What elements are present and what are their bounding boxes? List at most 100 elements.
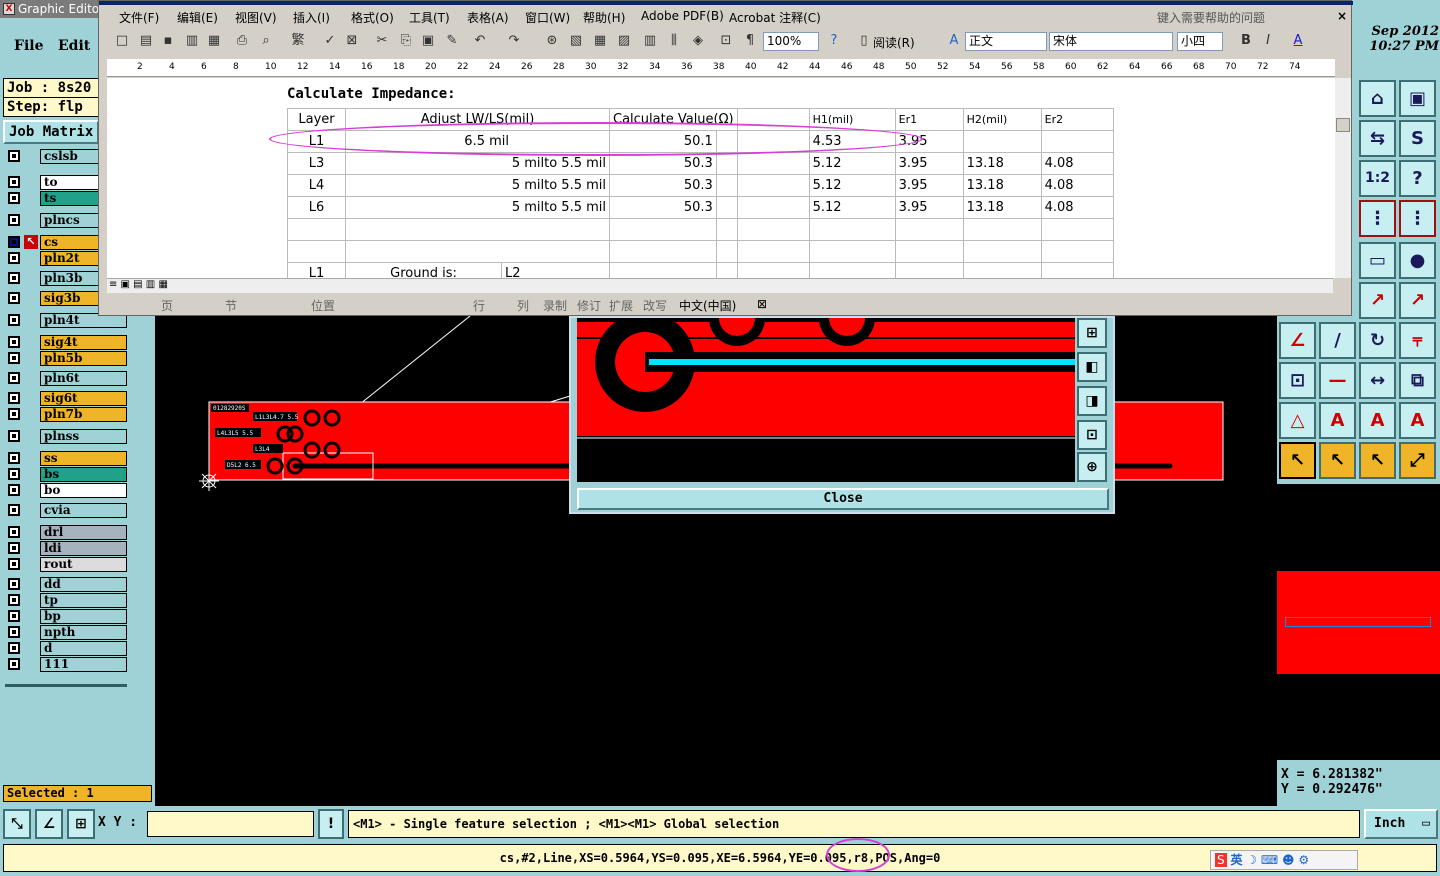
layer-checkbox[interactable] (8, 192, 20, 204)
ime-toolbar[interactable]: S 英 ☽ ⌨ ☻ ⚙ (1210, 850, 1358, 870)
paste-icon[interactable]: ▣ (419, 32, 437, 50)
layer-row-bo[interactable]: bo (4, 482, 128, 498)
layer-row-cvia[interactable]: cvia (4, 502, 128, 518)
layer-checkbox[interactable] (8, 292, 20, 304)
window-icon[interactable]: ▣ (1399, 80, 1436, 117)
view-buttons-icon[interactable]: ≡ ▣ ▤ ▥ ▦ (109, 279, 168, 290)
research-icon[interactable]: ⊠ (343, 32, 361, 50)
word-menu-window[interactable]: 窗口(W) (525, 9, 570, 26)
hyperlink-icon[interactable]: ⊛ (543, 32, 561, 50)
select-arrow3-icon[interactable]: ↖ (1359, 442, 1396, 479)
zoom-home-button[interactable]: ⊡ (1077, 420, 1107, 450)
node-icon[interactable]: ⊡ (1279, 362, 1316, 399)
letter-a2-icon[interactable]: A (1359, 402, 1396, 439)
job-matrix-button[interactable]: Job Matrix (3, 120, 99, 144)
layer-row-ss[interactable]: ss (4, 450, 128, 466)
font-color-icon[interactable]: A (1289, 32, 1307, 50)
document-map-icon[interactable]: ◈ (689, 32, 707, 50)
layer-row-111[interactable]: 111 (4, 656, 128, 672)
layer-row-bs[interactable]: bs (4, 466, 128, 482)
zoom-fit-button[interactable]: ◨ (1077, 386, 1107, 416)
layer-row-pln6t[interactable]: pln6t (4, 370, 128, 386)
snap-icon[interactable]: ⤡ (3, 809, 31, 839)
help-icon[interactable]: ? (1399, 160, 1436, 197)
layer-row-dd[interactable]: dd (4, 576, 128, 592)
layer-row-ldi[interactable]: ldi (4, 540, 128, 556)
layer-checkbox[interactable] (8, 642, 20, 654)
status-ext[interactable]: 扩展 (609, 297, 633, 314)
print-preview-icon[interactable]: ⌕ (257, 32, 275, 50)
styles-icon[interactable]: A (945, 32, 963, 50)
scale-icon[interactable]: 1:2 (1359, 160, 1396, 197)
layer-row-bp[interactable]: bp (4, 608, 128, 624)
snap-center-icon[interactable]: ⋮ (1399, 200, 1436, 237)
layer-row-drl[interactable]: drl (4, 524, 128, 540)
layer-checkbox[interactable] (8, 392, 20, 404)
layer-checkbox[interactable] (8, 594, 20, 606)
zoom-pan-button[interactable]: ⊕ (1077, 452, 1107, 482)
layer-row-d[interactable]: d (4, 640, 128, 656)
layer-checkbox[interactable] (8, 504, 20, 516)
email-icon[interactable]: ▦ (205, 32, 223, 50)
cut-icon[interactable]: ✂ (373, 32, 391, 50)
layer-checkbox[interactable] (8, 610, 20, 622)
layer-row-sig4t[interactable]: sig4t (4, 334, 128, 350)
layer-checkbox[interactable] (8, 658, 20, 670)
layer-checkbox[interactable] (8, 408, 20, 420)
layer-checkbox[interactable] (8, 252, 20, 264)
zoom-in-button[interactable]: ⊞ (1077, 318, 1107, 348)
word-menu-format[interactable]: 格式(O) (351, 9, 394, 26)
help-icon[interactable]: ? (825, 32, 843, 50)
layer-row-pln7b[interactable]: pln7b (4, 406, 128, 422)
redo-icon[interactable]: ↷ (505, 32, 523, 50)
angle-icon[interactable]: ∠ (1279, 322, 1316, 359)
style-select[interactable]: 正文 (965, 32, 1047, 51)
letter-a3-icon[interactable]: A (1399, 402, 1436, 439)
layer-checkbox[interactable] (8, 452, 20, 464)
format-painter-icon[interactable]: ✎ (443, 32, 461, 50)
print-icon[interactable]: ⎙ (233, 32, 251, 50)
drawing-icon[interactable]: ⫼ (665, 32, 683, 50)
layer-checkbox[interactable] (8, 484, 20, 496)
triangle-icon[interactable]: △ (1279, 402, 1316, 439)
overview-viewport[interactable] (1285, 617, 1431, 627)
word-menu-pdf[interactable]: Adobe PDF(B) (641, 9, 724, 23)
spell-icon[interactable]: ✓ (321, 32, 339, 50)
dimension-icon[interactable]: ↔ (1359, 362, 1396, 399)
layer-checkbox[interactable] (8, 176, 20, 188)
save-icon[interactable]: ▪ (159, 32, 177, 50)
status-trk[interactable]: 修订 (577, 297, 601, 314)
show-hide-icon[interactable]: ⊡ (717, 32, 735, 50)
zoom-select[interactable]: 100% (763, 32, 819, 51)
copy-icon[interactable]: ⎘ (397, 32, 415, 50)
word-menu-insert[interactable]: 插入(I) (293, 9, 330, 26)
group-icon[interactable]: ⧉ (1399, 362, 1436, 399)
letter-a-icon[interactable]: A (1319, 402, 1356, 439)
minus-icon[interactable]: — (1319, 362, 1356, 399)
layer-checkbox[interactable] (8, 272, 20, 284)
new-doc-icon[interactable]: □ (113, 32, 131, 50)
select-path-icon[interactable]: ⤢ (1399, 442, 1436, 479)
layer-checkbox[interactable] (8, 430, 20, 442)
document-area[interactable]: Calculate Impedance: Layer Adjust LW/LS(… (107, 78, 1335, 278)
layer-checkbox[interactable] (8, 372, 20, 384)
angle-snap-icon[interactable]: ∠ (35, 809, 63, 839)
layer-row-rout[interactable]: rout (4, 556, 128, 572)
vertical-scrollbar[interactable] (1335, 78, 1351, 278)
flip-icon[interactable]: ⇆ (1359, 120, 1396, 157)
columns-icon[interactable]: ▥ (641, 32, 659, 50)
arc-icon[interactable]: ↻ (1359, 322, 1396, 359)
menu-file[interactable]: File (14, 38, 43, 54)
overview-panel[interactable] (1277, 484, 1440, 760)
ruler[interactable]: 2 4 6 8 10 12 14 16 18 20 22 24 26 28 30 32 34 36 38 40 42 44… (107, 59, 1335, 77)
layer-checkbox[interactable] (8, 558, 20, 570)
zoom-view[interactable] (577, 318, 1075, 482)
layer-checkbox[interactable] (8, 352, 20, 364)
size-select[interactable]: 小四 (1177, 32, 1223, 51)
read-button[interactable]: 阅读(R) (873, 34, 915, 51)
measure-icon[interactable]: ↗ (1359, 282, 1396, 319)
word-menu-help[interactable]: 帮助(H) (583, 9, 625, 26)
word-menu-table[interactable]: 表格(A) (467, 9, 509, 26)
layer-checkbox[interactable] (8, 214, 20, 226)
layer-checkbox[interactable] (8, 150, 20, 162)
